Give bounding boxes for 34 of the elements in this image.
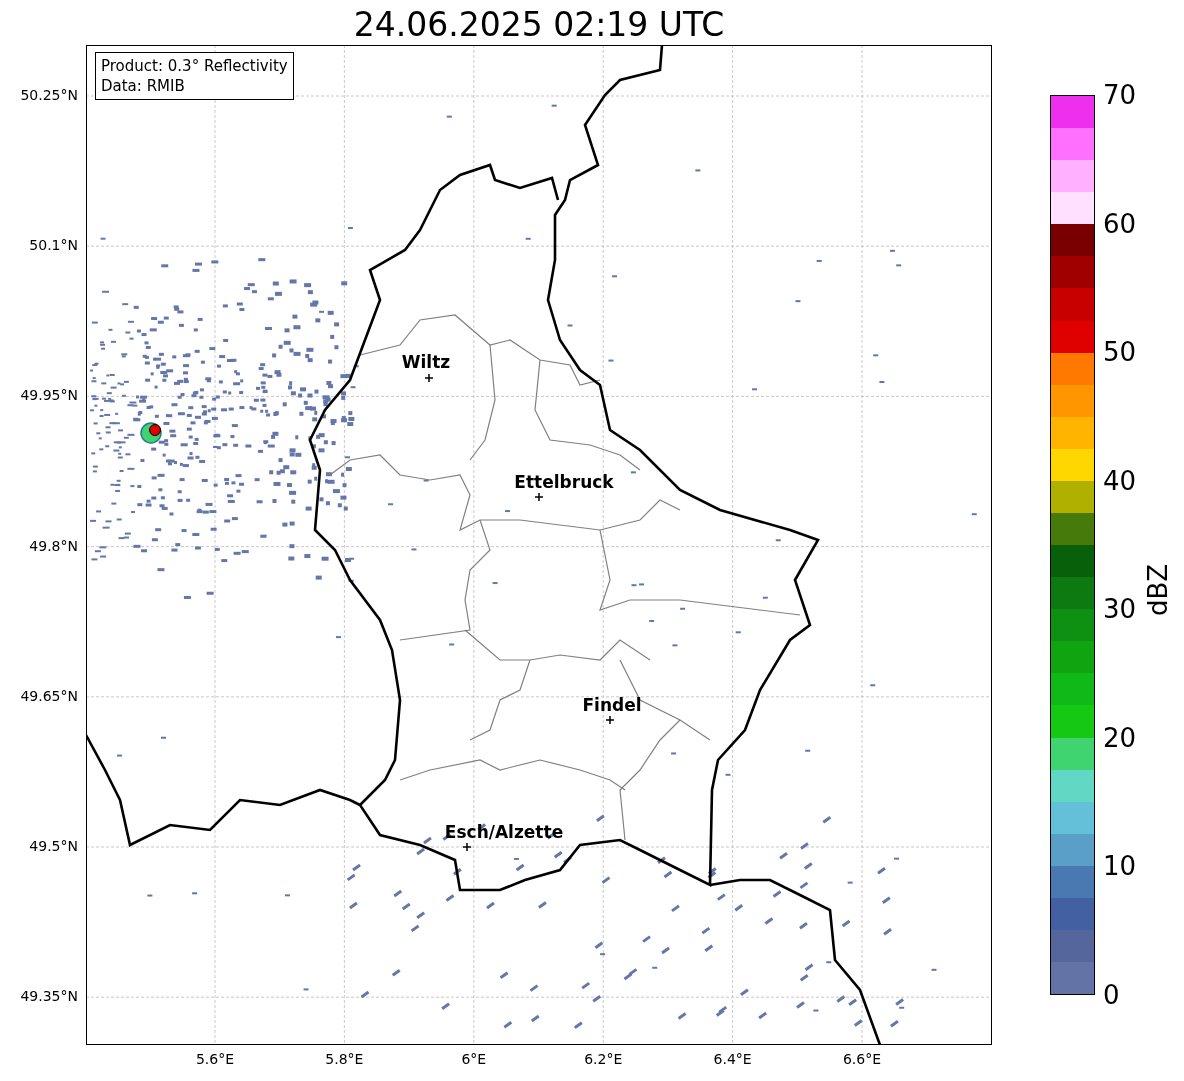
city-label: Wiltz <box>401 352 451 372</box>
colorbar-tick-label: 40 <box>1103 466 1137 495</box>
colorbar-tick-label: 20 <box>1103 723 1137 752</box>
longitude-tick-label: 6.4°E <box>713 1051 752 1067</box>
latitude-tick-label: 49.95°N <box>20 387 78 404</box>
colorbar-tick-label: 30 <box>1103 595 1137 624</box>
colorbar-tick-label: 60 <box>1103 209 1137 238</box>
chart-title: 24.06.2025 02:19 UTC <box>352 4 726 45</box>
colorbar-tick-label: 70 <box>1103 81 1137 109</box>
city-marker-icon <box>534 492 544 502</box>
city-marker-icon <box>605 715 615 725</box>
city-marker-icon <box>462 842 472 852</box>
radar-site-marker <box>140 422 162 444</box>
colorbar-tick-label: 0 <box>1103 981 1120 1009</box>
city-label: Ettelbruck <box>514 472 614 492</box>
latitude-tick-label: 50.25°N <box>20 87 78 103</box>
latitude-tick-label: 50.1°N <box>29 237 78 254</box>
city-label: Esch/Alzette <box>444 822 564 842</box>
latitude-tick-label: 49.5°N <box>29 838 78 854</box>
longitude-tick-label: 6°E <box>461 1051 487 1067</box>
longitude-tick-label: 5.6°E <box>195 1051 235 1067</box>
longitude-tick-label: 6.6°E <box>842 1051 882 1067</box>
city-label: Findel <box>582 695 642 715</box>
longitude-tick-label: 5.8°E <box>325 1051 364 1067</box>
latitude-tick-label: 49.35°N <box>20 988 78 1005</box>
colorbar-axis-label: dBZ <box>1143 563 1174 617</box>
info-text: Data: RMIB <box>101 76 186 96</box>
city-marker-icon <box>424 373 434 383</box>
longitude-tick-label: 6.2°E <box>584 1051 623 1067</box>
colorbar-tick-label: 10 <box>1103 852 1137 881</box>
latitude-tick-label: 49.65°N <box>20 687 78 704</box>
info-text: Product: 0.3° Reflectivity <box>101 56 288 76</box>
latitude-tick-label: 49.8°N <box>29 537 78 554</box>
colorbar-tick-label: 50 <box>1103 338 1137 367</box>
